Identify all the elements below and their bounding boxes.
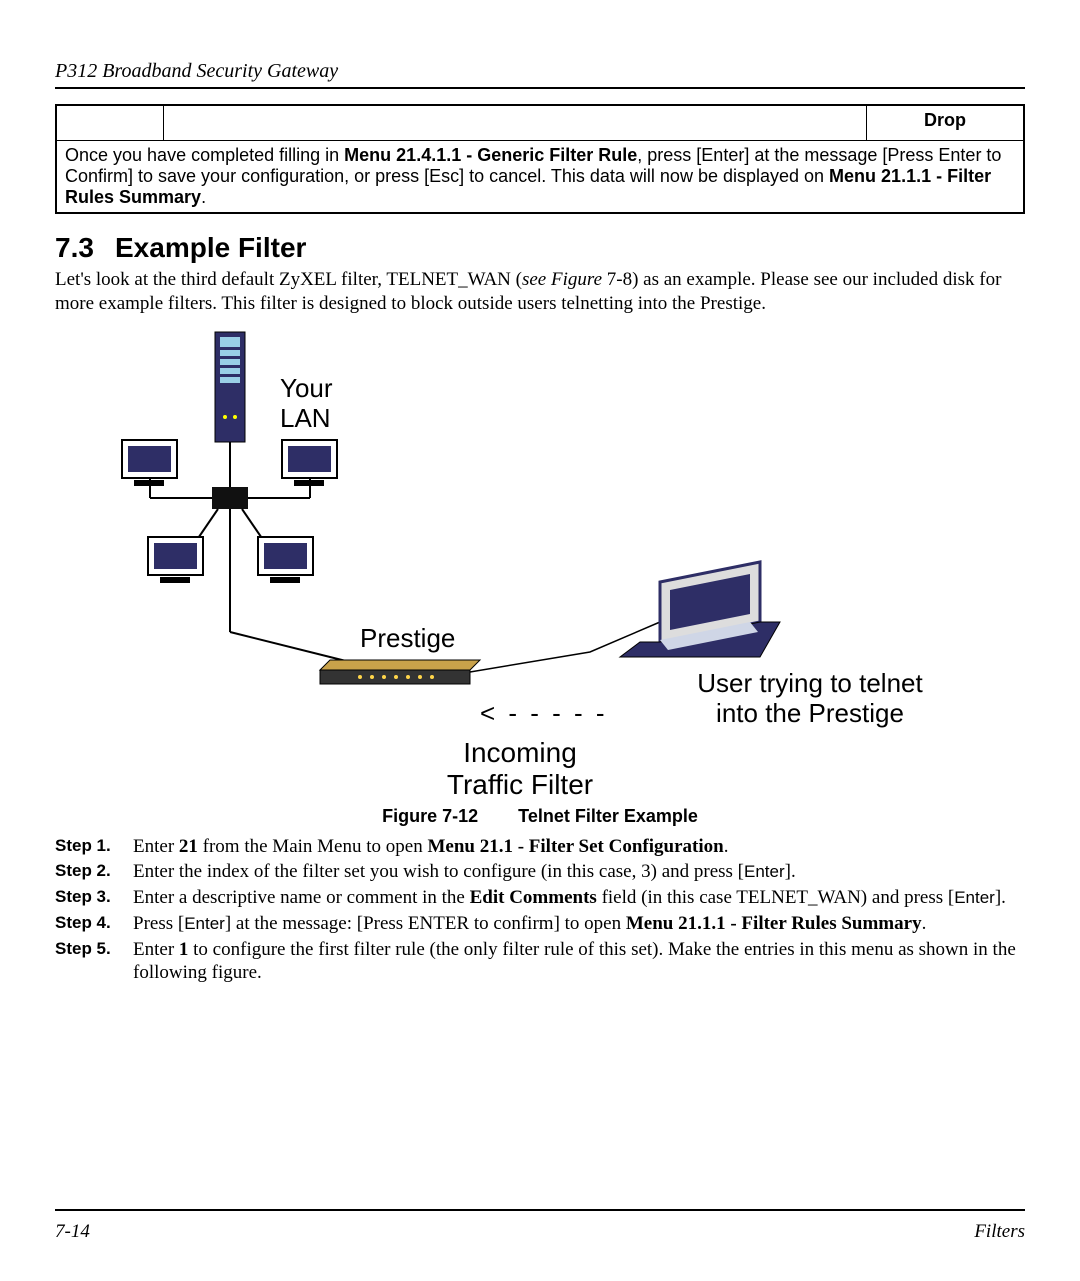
- section-number: 7.3: [55, 232, 115, 264]
- step-label: Step 3.: [55, 886, 133, 910]
- page: P312 Broadband Security Gateway Drop Onc…: [0, 0, 1080, 1281]
- lan-label: LAN: [280, 403, 331, 433]
- pc-icon: [258, 537, 313, 583]
- pc-icon: [148, 537, 203, 583]
- step-label: Step 4.: [55, 912, 133, 936]
- page-footer: 7-14 Filters: [55, 1209, 1025, 1243]
- step-text: Edit Comments: [470, 887, 597, 908]
- page-number: 7-14: [55, 1221, 90, 1243]
- hub-icon: [212, 487, 248, 509]
- figure-title: Telnet Filter Example: [518, 806, 698, 826]
- empty-cell: [56, 105, 164, 141]
- step-text: field (in this case TELNET_WAN) and pres…: [597, 887, 954, 908]
- note-text: .: [201, 187, 206, 207]
- empty-cell: [164, 105, 867, 141]
- incoming-label: Incoming: [463, 737, 577, 768]
- step-body: Enter 1 to configure the first filter ru…: [133, 938, 1025, 986]
- step-text: to configure the first filter rule (the …: [133, 939, 1016, 984]
- step-body: Enter a descriptive name or comment in t…: [133, 886, 1025, 910]
- step-text: .: [724, 836, 729, 857]
- step-text: from the Main Menu to open: [198, 836, 428, 857]
- step-text: Enter: [954, 888, 995, 907]
- step-label: Step 5.: [55, 938, 133, 986]
- step-text: Enter: [744, 862, 785, 881]
- running-header: P312 Broadband Security Gateway: [55, 60, 1025, 89]
- step-row: Step 3.Enter a descriptive name or comme…: [55, 886, 1025, 910]
- step-text: ].: [995, 887, 1006, 908]
- step-text: Press [: [133, 913, 184, 934]
- para-text: Let's look at the third default ZyXEL fi…: [55, 269, 522, 290]
- note-cell: Once you have completed filling in Menu …: [56, 141, 1024, 214]
- wan-wire: [470, 622, 660, 672]
- diagram-svg: Your LAN Prestige: [100, 322, 980, 802]
- section-title-text: Example Filter: [115, 232, 306, 263]
- step-text: ].: [785, 861, 796, 882]
- step-text: Menu 21.1 - Filter Set Configuration: [427, 836, 723, 857]
- server-icon: [215, 332, 245, 442]
- drop-header-cell: Drop: [867, 105, 1025, 141]
- figure-caption: Figure 7-12 Telnet Filter Example: [55, 806, 1025, 827]
- intro-paragraph: Let's look at the third default ZyXEL fi…: [55, 268, 1025, 316]
- router-icon: [320, 660, 480, 684]
- step-text: Enter the index of the filter set you wi…: [133, 861, 744, 882]
- step-body: Enter the index of the filter set you wi…: [133, 860, 1025, 884]
- incoming-label: Traffic Filter: [447, 769, 593, 800]
- info-box-table: Drop Once you have completed filling in …: [55, 104, 1025, 214]
- step-text: Enter: [133, 836, 179, 857]
- step-label: Step 1.: [55, 835, 133, 859]
- step-row: Step 2.Enter the index of the filter set…: [55, 860, 1025, 884]
- step-text: ] at the message: [Press ENTER to confir…: [225, 913, 626, 934]
- step-row: Step 5.Enter 1 to configure the first fi…: [55, 938, 1025, 986]
- arrow-text: < - - - - -: [480, 698, 608, 728]
- step-row: Step 4.Press [Enter] at the message: [Pr…: [55, 912, 1025, 936]
- figure-label: Figure 7-12: [382, 806, 478, 826]
- telnet-filter-diagram: Your LAN Prestige: [100, 322, 980, 802]
- step-body: Enter 21 from the Main Menu to open Menu…: [133, 835, 1025, 859]
- footer-section: Filters: [974, 1221, 1025, 1243]
- steps-list: Step 1.Enter 21 from the Main Menu to op…: [55, 835, 1025, 986]
- note-text: Once you have completed filling in: [65, 145, 344, 165]
- para-italic: see Figure: [522, 269, 607, 290]
- prestige-label: Prestige: [360, 623, 455, 653]
- step-text: .: [922, 913, 927, 934]
- step-label: Step 2.: [55, 860, 133, 884]
- user-label: User trying to telnet: [697, 668, 923, 698]
- step-text: Menu 21.1.1 - Filter Rules Summary: [626, 913, 922, 934]
- laptop-icon: [620, 562, 780, 657]
- step-text: Enter: [184, 914, 225, 933]
- lan-label: Your: [280, 373, 333, 403]
- step-text: 21: [179, 836, 198, 857]
- section-heading: 7.3Example Filter: [55, 232, 1025, 264]
- step-text: Enter a descriptive name or comment in t…: [133, 887, 470, 908]
- note-bold-1: Menu 21.4.1.1 - Generic Filter Rule: [344, 145, 637, 165]
- step-row: Step 1.Enter 21 from the Main Menu to op…: [55, 835, 1025, 859]
- step-body: Press [Enter] at the message: [Press ENT…: [133, 912, 1025, 936]
- step-text: Enter: [133, 939, 179, 960]
- user-label: into the Prestige: [716, 698, 904, 728]
- step-text: 1: [179, 939, 189, 960]
